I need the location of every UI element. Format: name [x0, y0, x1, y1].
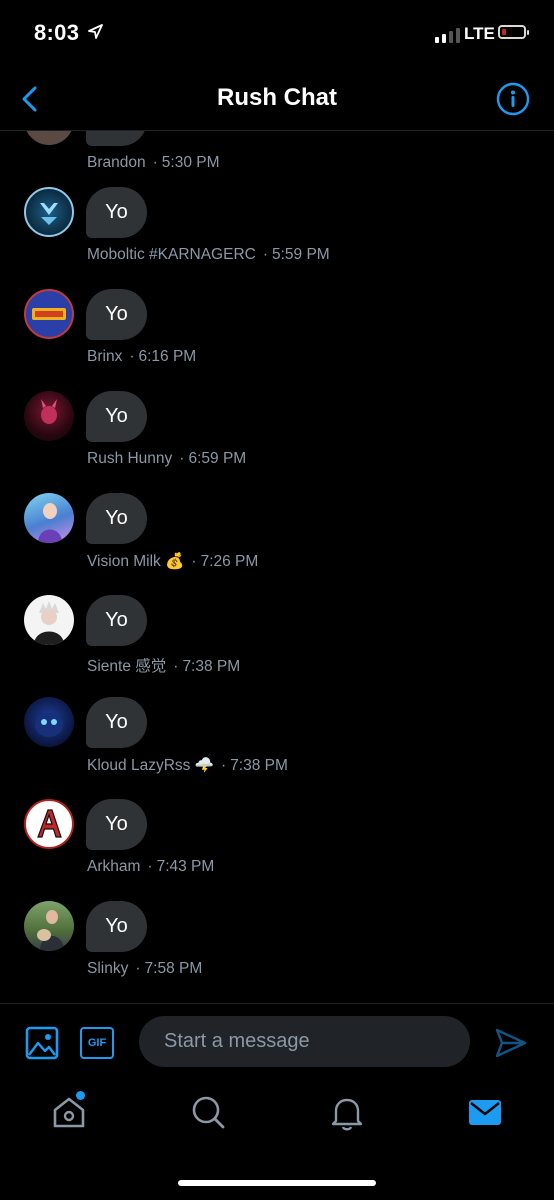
message-item: Yo Rush Hunny · 6:59 PM: [0, 391, 554, 493]
sender-name: Vision Milk 💰: [87, 553, 185, 570]
tab-bar: [0, 1080, 554, 1200]
message-bubble[interactable]: Yo: [86, 595, 147, 646]
signal-icon: [435, 27, 460, 43]
avatar-kloud-lazyrss[interactable]: [24, 697, 74, 747]
message-item: Yo Slinky · 7:58 PM: [0, 901, 554, 1002]
avatar-moboltic[interactable]: [24, 187, 74, 237]
message-bubble[interactable]: Yo: [86, 187, 147, 238]
message-composer: GIF Start a message: [0, 1003, 554, 1081]
message-bubble[interactable]: Yo: [86, 289, 147, 340]
chat-header: Rush Chat: [0, 70, 554, 131]
avatar-rush-hunny[interactable]: [24, 391, 74, 441]
sender-name: Slinky: [87, 960, 129, 977]
status-bar: 8:03 LTE: [0, 0, 554, 70]
message-meta: Moboltic #KARNAGERC · 5:59 PM: [87, 246, 330, 263]
info-icon[interactable]: [496, 82, 530, 116]
message-meta: Slinky · 7:58 PM: [87, 960, 203, 977]
sender-name: Siente 感觉: [87, 658, 167, 675]
message-meta: Brinx · 6:16 PM: [87, 348, 197, 365]
message-time: 7:43 PM: [156, 858, 215, 875]
message-item: Yo Arkham · 7:43 PM: [0, 799, 554, 901]
message-item: Yo Brinx · 6:16 PM: [0, 289, 554, 391]
sender-name: Arkham: [87, 858, 141, 875]
message-time: 7:58 PM: [144, 960, 203, 977]
image-icon[interactable]: [25, 1026, 59, 1060]
message-time: 7:38 PM: [182, 658, 241, 675]
avatar-vision-milk[interactable]: [24, 493, 74, 543]
home-indicator: [178, 1180, 376, 1186]
network-type: LTE: [464, 24, 495, 43]
message-time: 7:38 PM: [230, 757, 288, 774]
message-meta: Siente 感觉 · 7:38 PM: [87, 658, 241, 675]
sender-name: Brandon: [87, 154, 146, 171]
message-bubble[interactable]: Yo: [86, 901, 147, 952]
message-bubble[interactable]: Yo: [86, 697, 147, 748]
message-meta: Rush Hunny · 6:59 PM: [87, 450, 247, 467]
avatar-slinky[interactable]: [24, 901, 74, 951]
page-title: Rush Chat: [217, 84, 337, 111]
avatar-brinx[interactable]: [24, 289, 74, 339]
message-meta: Arkham · 7:43 PM: [87, 858, 215, 875]
message-time: 6:59 PM: [188, 450, 247, 467]
battery-icon: [498, 25, 529, 39]
avatar-brandon[interactable]: [24, 131, 74, 145]
sender-name: Rush Hunny: [87, 450, 173, 467]
mail-icon[interactable]: [465, 1092, 505, 1132]
location-arrow-icon: [88, 24, 103, 39]
gif-button[interactable]: GIF: [80, 1027, 114, 1059]
send-icon[interactable]: [494, 1026, 528, 1060]
bell-icon[interactable]: [327, 1092, 367, 1132]
message-bubble[interactable]: Yo: [86, 493, 147, 544]
message-bubble[interactable]: [86, 131, 147, 146]
message-item: Yo Vision Milk 💰 · 7:26 PM: [0, 493, 554, 595]
message-time: 5:59 PM: [272, 246, 330, 263]
message-bubble[interactable]: Yo: [86, 799, 147, 850]
message-item: Yo Kloud LazyRss 🌩️ · 7:38 PM: [0, 697, 554, 799]
message-meta: Vision Milk 💰 · 7:26 PM: [87, 553, 259, 570]
message-item: Yo Siente 感觉 · 7:38 PM: [0, 595, 554, 697]
message-time: 6:16 PM: [138, 348, 197, 365]
message-item: Yo Moboltic #KARNAGERC · 5:59 PM: [0, 187, 554, 289]
search-icon[interactable]: [188, 1092, 228, 1132]
message-input[interactable]: Start a message: [139, 1016, 470, 1067]
message-list[interactable]: Brandon · 5:30 PM Yo Moboltic #KARNAGERC · 5…: [0, 131, 554, 1002]
sender-name: Moboltic #KARNAGERC: [87, 246, 256, 263]
message-meta: Kloud LazyRss 🌩️ · 7:38 PM: [87, 757, 288, 774]
sender-name: Brinx: [87, 348, 123, 365]
notification-dot: [76, 1091, 85, 1100]
status-time: 8:03: [34, 20, 80, 45]
avatar-siente[interactable]: [24, 595, 74, 645]
message-time: 5:30 PM: [161, 154, 220, 171]
sender-name: Kloud LazyRss 🌩️: [87, 757, 214, 774]
message-bubble[interactable]: Yo: [86, 391, 147, 442]
avatar-arkham[interactable]: [24, 799, 74, 849]
message-meta: Brandon · 5:30 PM: [87, 154, 220, 171]
message-time: 7:26 PM: [200, 553, 259, 570]
